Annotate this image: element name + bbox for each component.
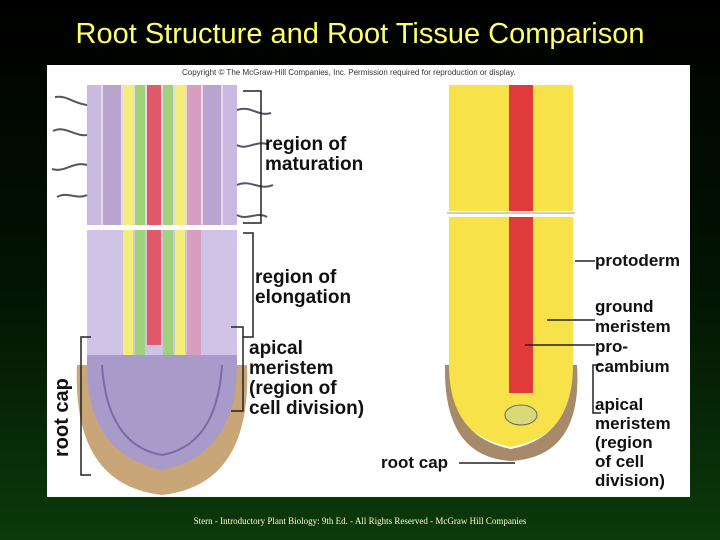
slide-footer: Stern - Introductory Plant Biology: 9th … xyxy=(193,516,527,526)
label-line: of cell xyxy=(595,452,645,471)
label-root-cap-right: root cap xyxy=(381,453,449,472)
label-line: apical xyxy=(595,395,644,414)
label-region-of-elongation: region of elongation xyxy=(255,268,351,308)
label-line: region of xyxy=(265,134,347,155)
label-line: maturation xyxy=(265,154,364,175)
label-root-cap-left: root cap xyxy=(51,378,73,457)
slide-title: Root Structure and Root Tissue Compariso… xyxy=(75,18,645,50)
root-figure: Copyright © The McGraw-Hill Companies, I… xyxy=(47,65,690,497)
label-line: elongation xyxy=(255,287,352,308)
label-line: (region xyxy=(595,433,653,452)
label-apical-meristem-left: apical meristem (region of cell division… xyxy=(249,339,364,419)
label-line: meristem xyxy=(595,414,671,433)
left-root-drawing xyxy=(51,85,274,495)
label-line: cell division) xyxy=(249,398,365,419)
label-line: meristem xyxy=(595,317,671,336)
label-line: pro- xyxy=(595,337,629,356)
label-line: ground xyxy=(595,297,654,316)
root-illustration xyxy=(51,85,601,495)
label-line: division) xyxy=(595,471,665,490)
label-line: apical xyxy=(249,338,303,359)
label-apical-meristem-right: apical meristem (region of cell division… xyxy=(595,395,671,490)
label-line: region of xyxy=(255,267,337,288)
label-line: cambium xyxy=(595,357,670,376)
label-line: meristem xyxy=(249,358,334,379)
label-region-of-maturation: region of maturation xyxy=(265,135,363,175)
label-protoderm: protoderm xyxy=(595,251,680,270)
label-ground-meristem: ground meristem xyxy=(595,297,671,337)
label-line: (region of xyxy=(249,378,337,399)
label-procambium: pro- cambium xyxy=(595,337,670,377)
right-root-drawing xyxy=(444,85,601,464)
